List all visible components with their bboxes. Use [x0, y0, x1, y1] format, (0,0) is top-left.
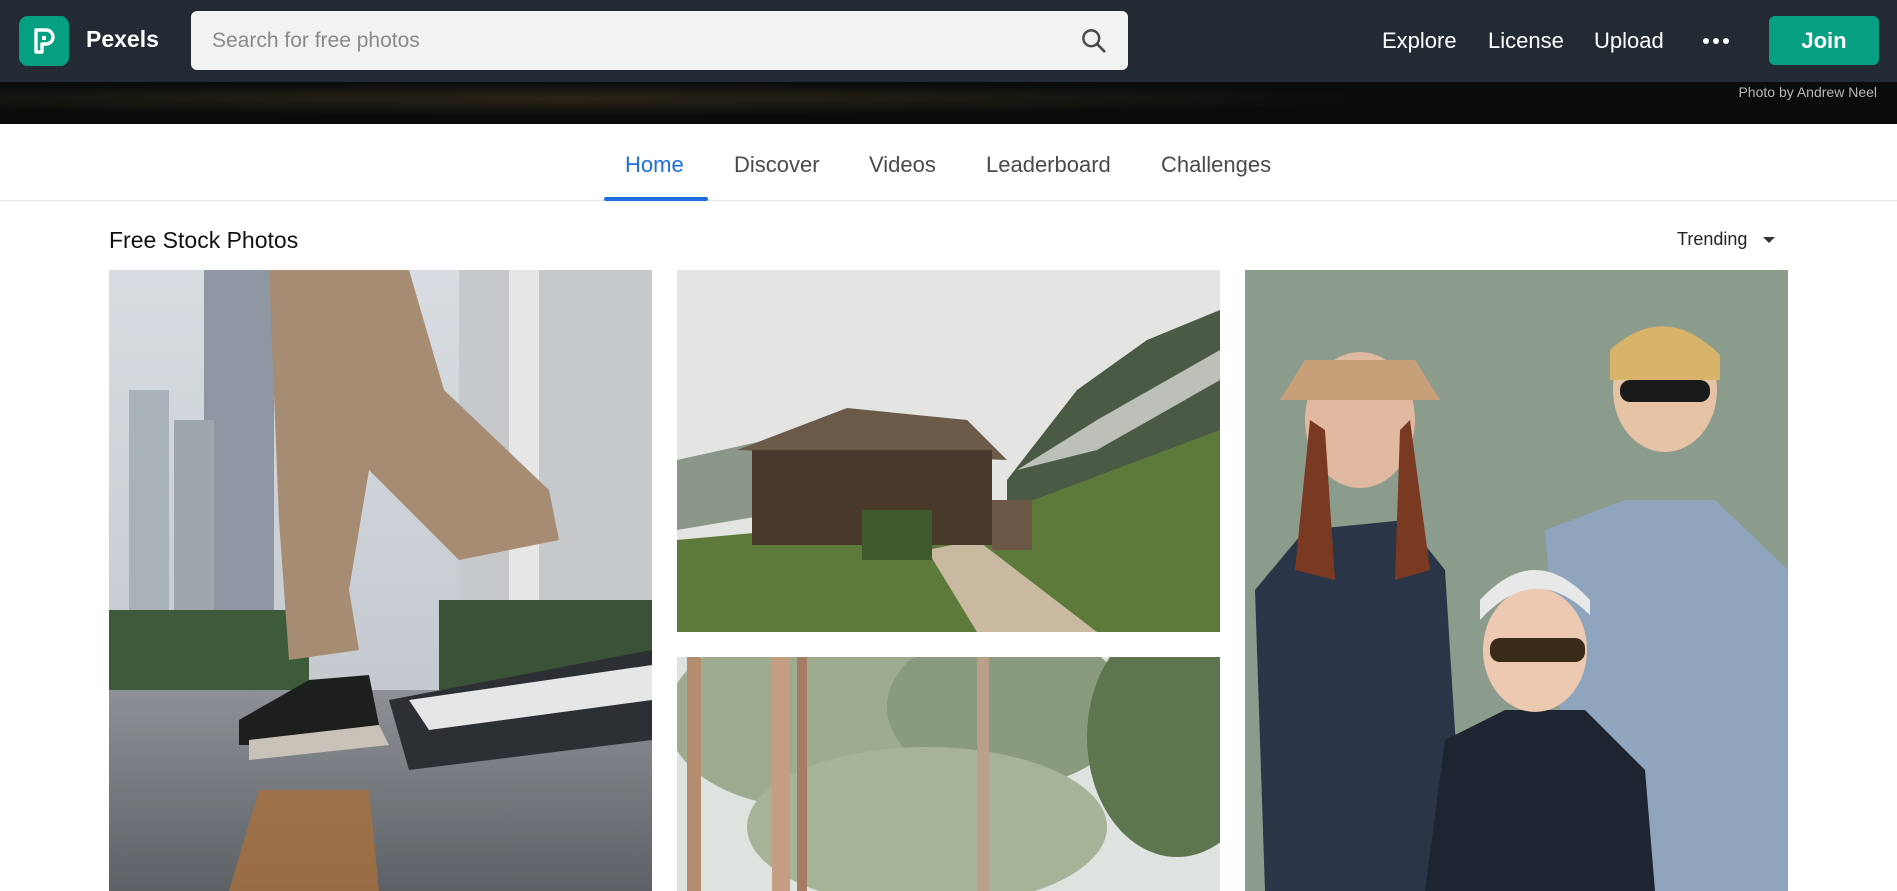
brand-name[interactable]: Pexels	[86, 26, 159, 53]
tab-videos[interactable]: Videos	[869, 152, 936, 178]
tab-discover[interactable]: Discover	[734, 152, 820, 178]
top-header: Pexels Explore License Upload Join	[0, 0, 1897, 82]
photo-forest-trees[interactable]	[677, 657, 1220, 891]
hero-photo-credit[interactable]: Photo by Andrew Neel	[1738, 84, 1877, 100]
sort-label: Trending	[1677, 229, 1748, 249]
join-button[interactable]: Join	[1769, 16, 1879, 65]
tab-leaderboard[interactable]: Leaderboard	[986, 152, 1111, 178]
caret-down-icon	[1763, 236, 1776, 243]
search-icon[interactable]	[1080, 27, 1107, 54]
pexels-logo-icon[interactable]	[19, 16, 69, 66]
photo-city-sneaker[interactable]	[109, 270, 652, 891]
hero-banner: Photo by Andrew Neel	[0, 82, 1897, 124]
nav-license[interactable]: License	[1488, 28, 1564, 54]
photo-three-women[interactable]	[1245, 270, 1788, 891]
active-tab-indicator	[604, 197, 708, 201]
search-input[interactable]	[191, 11, 1128, 70]
nav-explore[interactable]: Explore	[1382, 28, 1457, 54]
nav-upload[interactable]: Upload	[1594, 28, 1664, 54]
tab-challenges[interactable]: Challenges	[1161, 152, 1271, 178]
tabs-bar: Home Discover Videos Leaderboard Challen…	[0, 124, 1897, 201]
photo-mountain-hut[interactable]	[677, 270, 1220, 632]
tab-home[interactable]: Home	[625, 152, 684, 178]
more-dots-icon[interactable]	[1703, 38, 1729, 44]
section-title: Free Stock Photos	[109, 227, 299, 253]
sort-dropdown[interactable]: Trending	[1677, 229, 1776, 250]
